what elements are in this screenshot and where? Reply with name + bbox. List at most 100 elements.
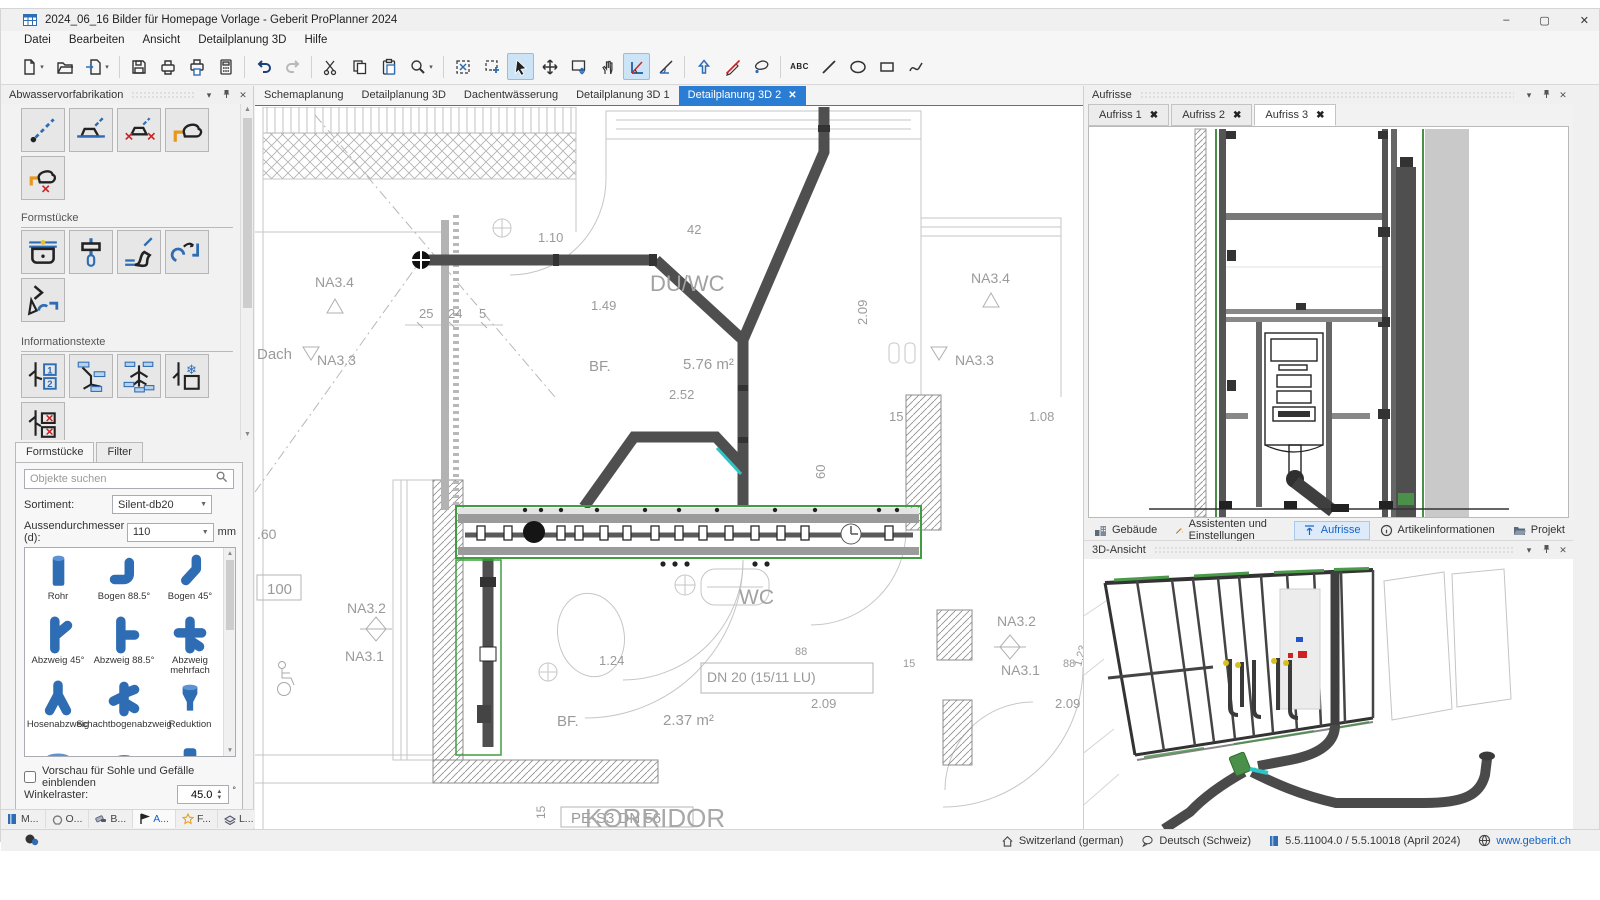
cut-button[interactable] [317,53,344,80]
status-language[interactable]: Deutsch (Schweiz) [1141,835,1251,847]
print-button[interactable] [154,53,181,80]
zoom-extents-button[interactable] [449,53,476,80]
tab-aufriss-2[interactable]: Aufriss 2✖ [1171,104,1252,126]
save-button[interactable] [125,53,152,80]
tool-object-connect-button[interactable] [69,108,113,152]
tab-artikelinformationen[interactable]: Artikelinformationen [1372,522,1503,539]
close-icon[interactable]: ✕ [1556,90,1570,101]
winkelraster-spinner[interactable]: ▲▼ [177,785,229,804]
tool-duct-to-object-button[interactable] [165,108,209,152]
tab-aufrisse[interactable]: Aufrisse [1294,521,1370,540]
tool-trace-line-button[interactable] [21,108,65,152]
preview-checkbox[interactable] [24,771,36,783]
scroll-up-icon[interactable]: ▲ [224,550,236,557]
tab-projekt[interactable]: Projekt [1505,522,1573,539]
tool-eigenschaften-text-button[interactable]: ❄ [165,354,209,398]
part-item-hosenabzweig[interactable]: Hosenabzweig [25,678,91,742]
pin-icon[interactable] [1539,89,1553,101]
part-item-abzweig-mehrfach[interactable]: Abzweig mehrfach [157,614,223,678]
tab-o[interactable]: O... [46,810,90,828]
winkelraster-input[interactable] [178,789,212,801]
maximize-button[interactable]: ▢ [1539,14,1549,27]
slope-tool-button[interactable] [652,53,679,80]
tool-verbindung-button[interactable] [165,230,209,274]
import-document-button[interactable]: ▾ [80,53,114,80]
menu-datei[interactable]: Datei [15,32,60,48]
tool-sammelanschluss-button[interactable] [21,230,65,274]
rectangle-tool-button[interactable] [873,53,900,80]
tab-dachentwaesserung[interactable]: Dachentwässerung [455,86,567,105]
tab-filter[interactable]: Filter [96,442,142,462]
panel-drag-area[interactable] [1140,91,1514,99]
tool-nummerierung-button[interactable]: 12 [21,354,65,398]
part-item-abzweig-88-5-[interactable]: Abzweig 88.5° [91,614,157,678]
scroll-up-icon[interactable]: ▲ [241,106,254,113]
tool-umlenkung-button[interactable] [21,278,65,322]
dimension-tool-button[interactable] [623,53,650,80]
tab-schemaplanung[interactable]: Schemaplanung [255,86,353,105]
scroll-down-icon[interactable]: ▼ [224,747,236,754]
tool-einzelanschluss-button[interactable] [69,230,113,274]
tab-aufriss-3[interactable]: Aufriss 3✖ [1254,104,1335,126]
part-item-teebig[interactable] [157,742,223,757]
plan-canvas[interactable]: 1.1042252451.49DU/WCNA3.4DachNA3.3NA3.4N… [255,107,1083,829]
menu-hilfe[interactable]: Hilfe [295,32,336,48]
lasso-tool-button[interactable] [748,53,775,80]
tab-assistenten[interactable]: Assistenten und Einstellungen [1167,516,1292,544]
close-icon[interactable]: ✕ [236,90,250,101]
open-button[interactable] [51,53,78,80]
tool-object-disconnect-button[interactable]: ✕✕ [117,108,161,152]
ellipse-tool-button[interactable] [844,53,871,80]
close-icon[interactable]: ✖ [1233,110,1241,121]
part-item-bogen-45-[interactable]: Bogen 45° [157,550,223,614]
copy-button[interactable] [346,53,373,80]
parts-scrollbar[interactable]: ▲ ▼ [223,548,235,756]
tab-formstuecke[interactable]: Formstücke [15,442,94,462]
pan-sheet-button[interactable] [565,53,592,80]
tool-beschriftung-button[interactable] [69,354,113,398]
close-icon[interactable]: ✖ [1150,110,1158,121]
tool-duct-remove-button[interactable]: ✕ [21,156,65,200]
search-input[interactable] [25,473,215,485]
select-tool-button[interactable] [507,53,534,80]
hatch-off-tool-button[interactable] [719,53,746,80]
tab-detailplanung-3d-2[interactable]: Detailplanung 3D 2✕ [679,86,806,105]
tab-gebaeude[interactable]: Gebäude [1086,522,1165,539]
tab-b[interactable]: B... [89,810,133,828]
paste-button[interactable] [375,53,402,80]
part-item-reduktion[interactable]: Reduktion [157,678,223,742]
tool-beschriftung-alle-button[interactable] [117,354,161,398]
new-document-button[interactable]: ▾ [15,53,49,80]
zoom-button[interactable]: ▾ [404,53,438,80]
line-tool-button[interactable] [815,53,842,80]
polyline-tool-button[interactable] [902,53,929,80]
status-website[interactable]: www.geberit.ch [1478,834,1571,847]
close-button[interactable]: ✕ [1580,14,1589,27]
panel-drag-area[interactable] [1154,546,1514,554]
scroll-down-icon[interactable]: ▼ [241,431,254,438]
redo-button[interactable] [279,53,306,80]
search-icon[interactable] [215,470,233,488]
arrow-up-tool-button[interactable] [690,53,717,80]
close-icon[interactable]: ✕ [1556,545,1570,556]
scrollbar-thumb[interactable] [226,560,234,630]
scrollbar-thumb[interactable] [243,118,252,308]
hand-tool-button[interactable] [594,53,621,80]
move-tool-button[interactable] [536,53,563,80]
spinner-arrows-icon[interactable]: ▲▼ [212,789,226,801]
part-item-drum[interactable] [25,742,91,757]
tab-detailplanung-3d-1[interactable]: Detailplanung 3D 1 [567,86,679,105]
text-tool-button[interactable]: ABC [786,53,813,80]
menu-bearbeiten[interactable]: Bearbeiten [60,32,134,48]
part-item-abzweig-45-[interactable]: Abzweig 45° [25,614,91,678]
tab-detailplanung-3d[interactable]: Detailplanung 3D [353,86,455,105]
tool-text-entfernen-button[interactable]: ✕✕ [21,402,65,440]
close-icon[interactable]: ✕ [788,90,796,101]
chevron-down-icon[interactable]: ▾ [1522,545,1536,556]
menu-detailplanung-3d[interactable]: Detailplanung 3D [189,32,295,48]
aufriss-drawing[interactable] [1088,126,1569,518]
diameter-select[interactable]: 110▼ [127,523,214,542]
tool-anschlussbogen-button[interactable] [117,230,161,274]
part-item-rohr[interactable]: Rohr [25,550,91,614]
minimize-button[interactable]: – [1503,14,1509,26]
